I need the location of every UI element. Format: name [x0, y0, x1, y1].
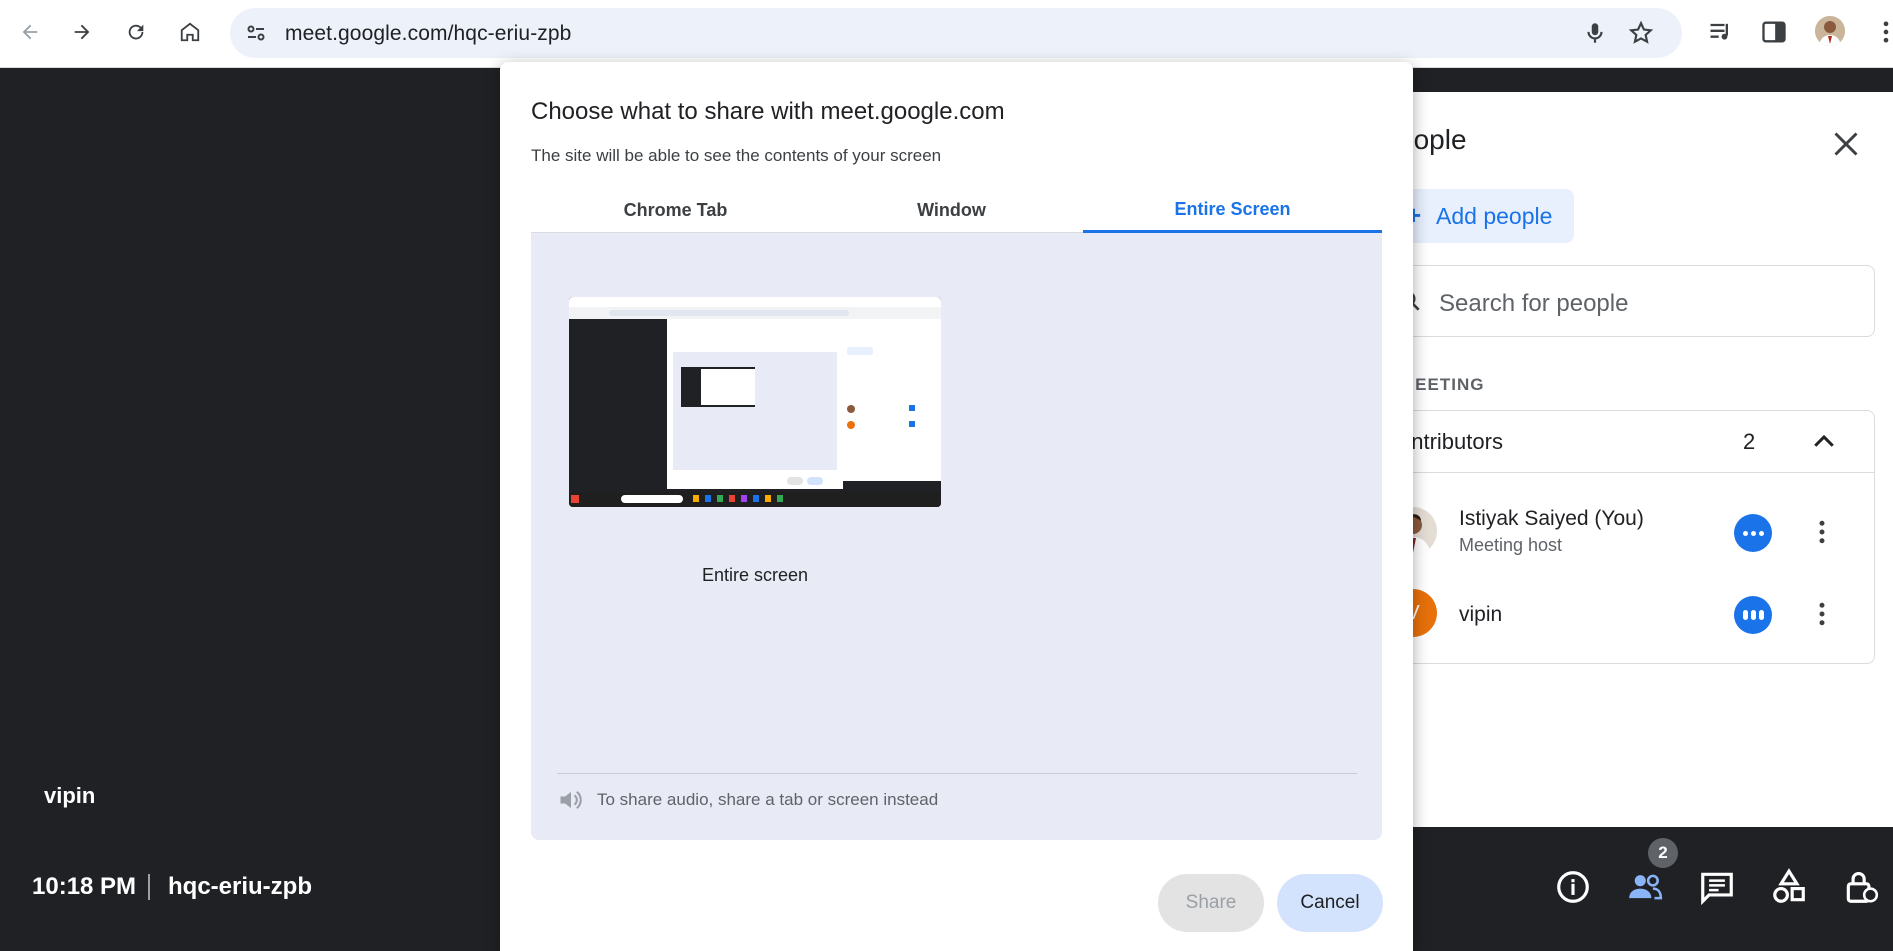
more-menu-icon[interactable] — [1872, 18, 1893, 46]
group-count: 2 — [1743, 429, 1756, 454]
cancel-button[interactable]: Cancel — [1277, 874, 1383, 932]
meeting-details-button[interactable] — [1554, 868, 1594, 908]
close-panel-button[interactable] — [1828, 126, 1864, 162]
media-controls-icon[interactable] — [1707, 18, 1735, 46]
speaker-icon — [560, 791, 582, 809]
entire-screen-thumbnail[interactable] — [567, 295, 943, 509]
meeting-time: 10:18 PM — [32, 873, 137, 900]
url-text[interactable]: meet.google.com/hqc-eriu-zpb — [285, 22, 571, 46]
participant-tile-name: vipin — [44, 783, 96, 808]
divider — [148, 874, 150, 900]
add-people-label: Add people — [1436, 203, 1553, 229]
search-people-input[interactable]: Search for people — [1398, 265, 1875, 337]
home-button[interactable] — [172, 14, 208, 50]
chat-icon — [1701, 872, 1733, 906]
meeting-code: hqc-eriu-zpb — [168, 873, 312, 900]
back-button[interactable] — [12, 14, 48, 50]
participant-row: V vipin — [1398, 575, 1874, 659]
profile-avatar[interactable] — [1815, 16, 1845, 46]
add-people-button[interactable]: + Add people — [1398, 189, 1574, 243]
back-arrow-icon — [22, 24, 38, 40]
screen-preview-image — [569, 297, 941, 507]
contributors-group: ontributors 2 Istiyak Saiyed (You) Meeti… — [1398, 410, 1875, 664]
tab-entire-screen[interactable]: Entire Screen — [1083, 188, 1382, 233]
contributors-header[interactable]: ontributors 2 — [1398, 411, 1874, 473]
entire-screen-caption: Entire screen — [701, 565, 809, 585]
chat-button[interactable] — [1698, 868, 1738, 908]
tab-window[interactable]: Window — [820, 188, 1083, 233]
shapes-icon — [1773, 868, 1805, 903]
more-options-icon[interactable] — [1807, 599, 1837, 629]
address-bar[interactable]: meet.google.com/hqc-eriu-zpb — [230, 8, 1682, 58]
info-icon — [1557, 871, 1589, 903]
host-controls-button[interactable] — [1842, 868, 1882, 908]
share-button[interactable]: Share — [1158, 874, 1264, 932]
participant-row: Istiyak Saiyed (You) Meeting host — [1398, 493, 1874, 577]
close-icon — [1834, 132, 1858, 156]
group-name: ontributors — [1399, 429, 1503, 454]
people-count-badge: 2 — [1648, 838, 1678, 868]
participant-name: Istiyak Saiyed (You) — [1459, 507, 1644, 530]
site-info-icon[interactable] — [244, 21, 268, 45]
search-placeholder: Search for people — [1439, 290, 1629, 317]
chevron-up-icon[interactable] — [1809, 427, 1839, 457]
divider — [557, 773, 1357, 774]
microphone-icon[interactable] — [1582, 20, 1608, 46]
forward-arrow-icon — [74, 24, 90, 40]
activities-button[interactable] — [1770, 868, 1810, 908]
people-icon — [1629, 874, 1663, 900]
audio-note: To share audio, share a tab or screen in… — [597, 790, 939, 809]
reload-button[interactable] — [118, 14, 154, 50]
participant-name: vipin — [1459, 603, 1503, 626]
share-screen-dialog: Choose what to share with meet.google.co… — [500, 62, 1413, 951]
speaking-indicator — [1734, 514, 1772, 552]
tab-chrome-tab[interactable]: Chrome Tab — [531, 188, 820, 233]
people-button[interactable] — [1626, 868, 1666, 908]
share-source-panel: Entire screen To share audio, share a ta… — [531, 233, 1382, 840]
home-icon — [180, 22, 200, 42]
lock-person-icon — [1846, 872, 1879, 903]
side-panel-icon[interactable] — [1760, 18, 1788, 46]
bookmark-star-icon[interactable] — [1628, 20, 1654, 46]
share-tabs: Chrome Tab Window Entire Screen — [531, 188, 1382, 233]
dialog-title: Choose what to share with meet.google.co… — [531, 98, 1005, 125]
participant-role: Meeting host — [1459, 535, 1563, 555]
browser-toolbar: meet.google.com/hqc-eriu-zpb — [0, 0, 1893, 68]
reload-icon — [128, 24, 144, 40]
audio-indicator — [1734, 596, 1772, 634]
more-options-icon[interactable] — [1807, 517, 1837, 547]
people-panel: eople + Add people Search for people MEE… — [1398, 92, 1893, 827]
forward-button[interactable] — [64, 14, 100, 50]
dialog-subtitle: The site will be able to see the content… — [531, 146, 942, 165]
